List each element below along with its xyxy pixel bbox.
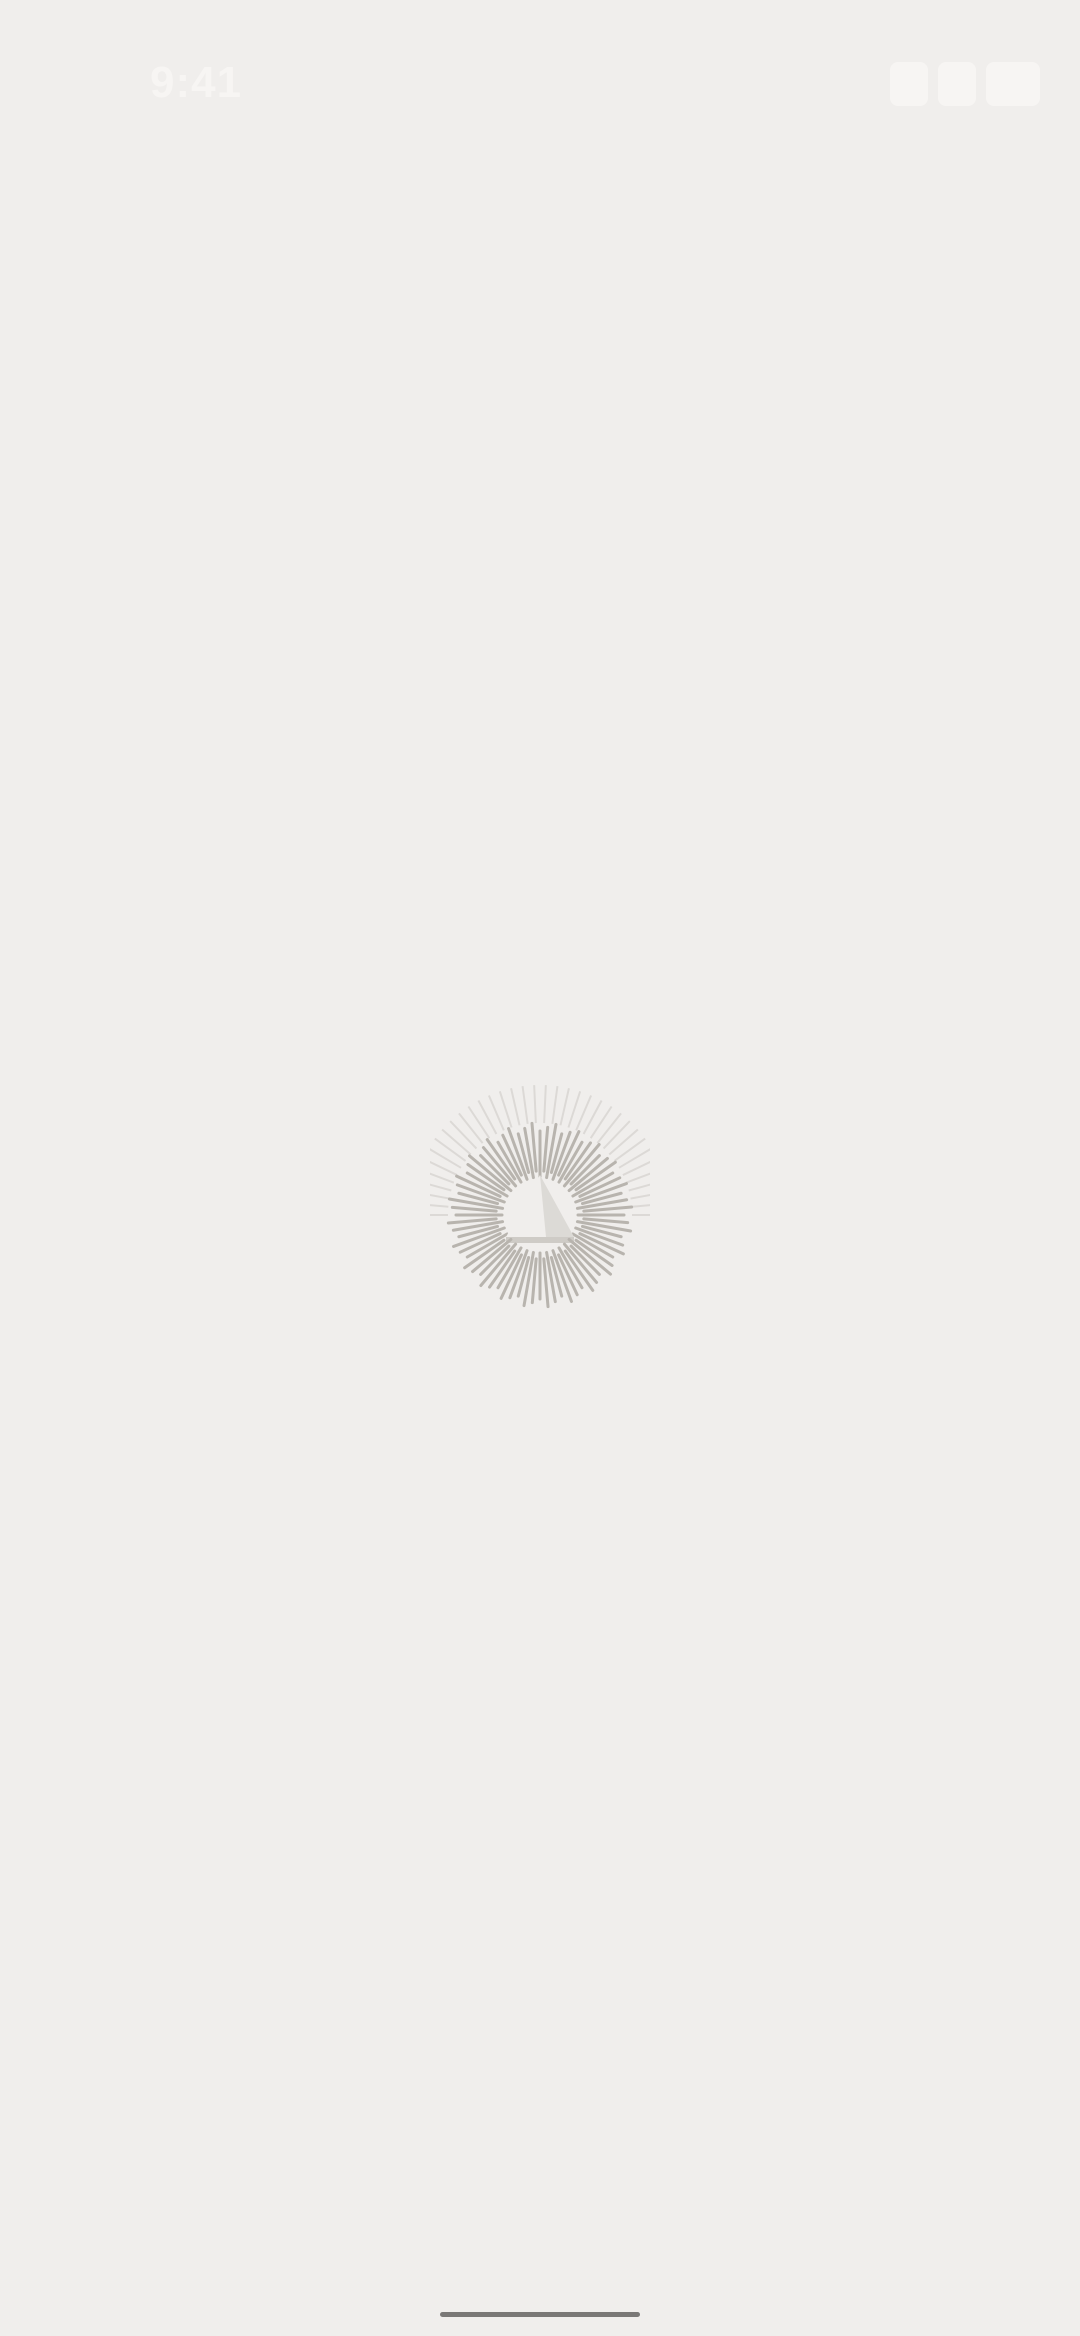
sunburst-ray [530, 1121, 538, 1173]
halo-ray [630, 1194, 650, 1200]
battery-icon [986, 62, 1040, 106]
halo-ray [430, 1183, 452, 1192]
halo-ray [510, 1088, 521, 1126]
halo-ray [430, 1194, 450, 1200]
halo-ray [521, 1086, 529, 1124]
halo-ray [551, 1086, 559, 1124]
triangle-base [506, 1237, 574, 1243]
halo-ray [458, 1112, 484, 1144]
sunburst-ray [582, 1205, 634, 1213]
halo-ray [602, 1120, 631, 1150]
halo-ray [622, 1160, 650, 1176]
halo-ray [559, 1088, 570, 1126]
halo-ray [589, 1105, 613, 1139]
sunburst-ray [446, 1217, 498, 1225]
halo-ray [430, 1204, 449, 1208]
halo-ray [449, 1120, 478, 1150]
halo-ray [608, 1128, 639, 1156]
halo-ray [441, 1128, 472, 1156]
status-time: 9:41 [150, 58, 243, 107]
halo-ray [631, 1204, 650, 1208]
halo-ray [533, 1085, 537, 1124]
radiant-triangle-logo-icon [430, 1085, 650, 1309]
halo-ray [467, 1105, 491, 1139]
halo-ray [613, 1137, 646, 1162]
halo-ray [628, 1183, 650, 1192]
sunburst-ray [542, 1125, 550, 1173]
halo-ray [543, 1085, 547, 1124]
halo-ray [434, 1137, 467, 1162]
halo-ray [498, 1091, 513, 1128]
wifi-icon [938, 62, 976, 106]
sunburst-ray [530, 1257, 538, 1305]
sunburst-ray [450, 1205, 498, 1213]
halo-ray [596, 1112, 622, 1144]
splash-logo [430, 1070, 650, 1310]
sunburst-ray [582, 1217, 630, 1225]
status-icons [890, 62, 1040, 106]
home-indicator[interactable] [440, 2312, 640, 2317]
halo-ray [430, 1160, 458, 1176]
sunburst-ray [542, 1257, 550, 1309]
signal-icon [890, 62, 928, 106]
status-bar: 9:41 [0, 0, 1080, 140]
halo-ray [567, 1091, 582, 1128]
